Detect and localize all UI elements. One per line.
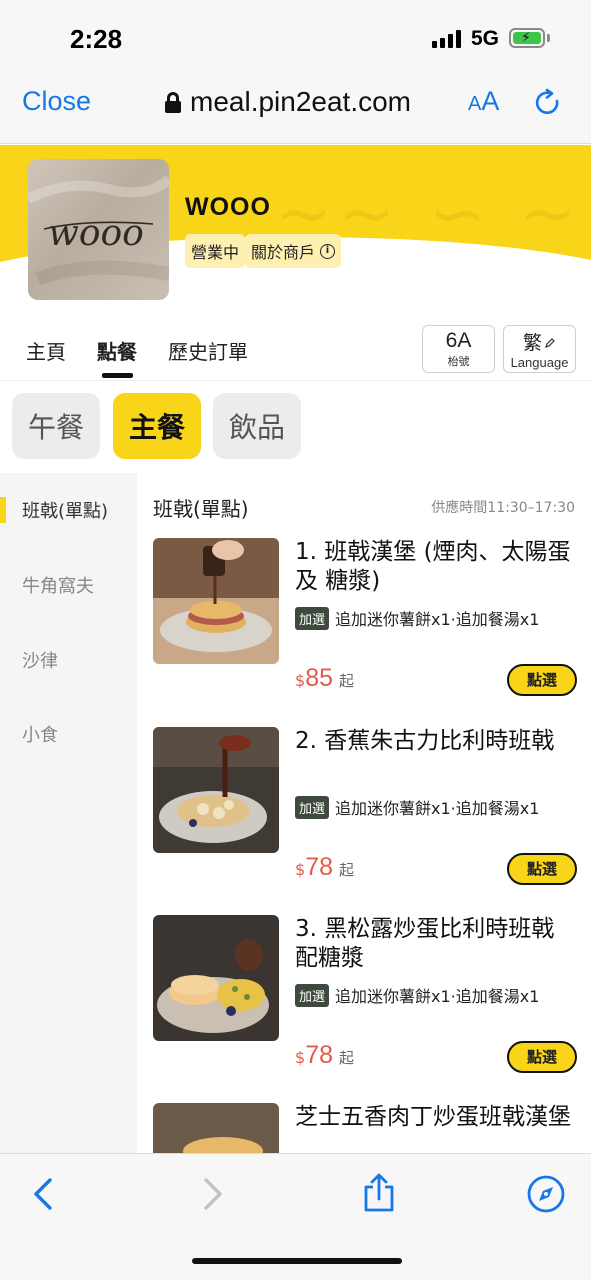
side-menu-active-marker [0,497,6,523]
price-suffix: 起 [339,672,355,690]
menu-item[interactable]: 3. 黑松露炒蛋比利時班戟配糖漿 加選 追加迷你薯餅x1·追加餐湯x1 $78 起… [137,915,591,1103]
select-button[interactable]: 點選 [507,853,577,885]
tab-order[interactable]: 點餐 [97,336,137,365]
price-currency: $ [295,671,306,690]
side-item-croissant-waffle[interactable]: 牛角窩夫 [22,572,94,598]
shop-name: WOOO [185,193,271,221]
item-price: $85 起 [295,664,354,693]
addon-text: 追加迷你薯餅x1·追加餐湯x1 [335,799,540,818]
item-name: 芝士五香肉丁炒蛋班戟漢堡 [295,1104,571,1130]
item-name: 3. 黑松露炒蛋比利時班戟配糖漿 [295,916,555,971]
tab-order-history[interactable]: 歷史訂單 [168,336,248,365]
network-label: 5G [471,27,500,50]
side-item-snacks[interactable]: 小食 [22,721,58,747]
item-addons: 加選 追加迷你薯餅x1·追加餐湯x1 [295,983,539,1007]
item-photo [153,915,279,1041]
table-number-button[interactable]: 6A 枱號 [422,325,495,373]
select-button[interactable]: 點選 [507,664,577,696]
price-value: 78 [305,853,333,881]
battery-icon: ⚡ [509,28,545,48]
active-tab-indicator [102,373,133,378]
side-menu: 班戟(單點) 牛角窩夫 沙律 小食 [0,473,137,1153]
home-indicator [192,1258,402,1264]
shop-banner: ~~ ∽ ~ wooo WOOO 營業中 關於商戶 i [0,145,591,325]
lock-icon [165,92,181,113]
status-bar: 2:28 5G ⚡ [0,0,591,78]
price-currency: $ [295,860,306,879]
info-icon: i [320,243,336,259]
category-main[interactable]: 主餐 [113,393,201,459]
item-price: $78 起 [295,1041,354,1070]
url-field[interactable]: meal.pin2eat.com [190,86,411,118]
category-bar: 午餐 主餐 飲品 [0,381,591,473]
language-button[interactable]: 繁 Language [503,325,576,373]
main-nav: 主頁 點餐 歷史訂單 6A 枱號 繁 Language [0,325,591,381]
svg-text:wooo: wooo [48,213,144,254]
status-badge: 營業中 [185,234,246,268]
item-addons: 加選 追加迷你薯餅x1·追加餐湯x1 [295,606,539,630]
item-photo [153,1103,279,1153]
share-icon[interactable] [362,1172,396,1214]
text-size-small-glyph: A [468,93,482,115]
item-photo [153,538,279,664]
language-label: Language [510,355,569,370]
forward-icon [204,1178,222,1210]
price-value: 78 [305,1041,333,1069]
signal-icon [432,30,461,48]
close-button[interactable]: Close [22,86,91,117]
price-value: 85 [305,664,333,692]
menu-item[interactable]: 芝士五香肉丁炒蛋班戟漢堡 [137,1103,591,1153]
category-lunch[interactable]: 午餐 [12,393,100,459]
menu-list: 班戟(單點) 供應時間11:30–17:30 1. 班戟漢堡 (煙肉、太陽蛋 及… [137,473,591,1153]
section-title: 班戟(單點) [153,497,249,521]
compass-icon[interactable] [526,1174,566,1214]
shop-logo: wooo [28,159,169,300]
text-size-button[interactable]: AA [468,86,499,117]
item-price: $78 起 [295,853,354,882]
addon-text: 追加迷你薯餅x1·追加餐湯x1 [335,610,540,629]
item-name: 1. 班戟漢堡 (煙肉、太陽蛋 及 糖漿) [295,539,571,594]
language-glyph: 繁 [522,332,542,354]
addon-tag: 加選 [295,983,330,1007]
about-merchant-button[interactable]: 關於商戶 i [245,234,342,268]
addon-tag: 加選 [295,606,330,630]
select-button[interactable]: 點選 [507,1041,577,1073]
status-time: 2:28 [70,24,123,54]
edit-icon [545,338,555,348]
table-number-label: 枱號 [447,355,470,368]
item-addons: 加選 追加迷你薯餅x1·追加餐湯x1 [295,795,539,819]
side-item-pancake[interactable]: 班戟(單點) [22,497,108,523]
battery-cap [547,34,550,42]
category-drinks[interactable]: 飲品 [213,393,301,459]
item-name: 2. 香蕉朱古力比利時班戟 [295,728,555,754]
addon-text: 追加迷你薯餅x1·追加餐湯x1 [335,987,540,1006]
status-badge-label: 營業中 [191,243,240,262]
price-currency: $ [295,1048,306,1067]
addon-tag: 加選 [295,795,330,819]
menu-item[interactable]: 1. 班戟漢堡 (煙肉、太陽蛋 及 糖漿) 加選 追加迷你薯餅x1·追加餐湯x1… [137,538,591,726]
browser-bar: Close meal.pin2eat.com AA [0,78,591,144]
reload-icon[interactable] [533,88,563,118]
price-suffix: 起 [339,1049,355,1067]
item-photo [153,727,279,853]
menu-item[interactable]: 2. 香蕉朱古力比利時班戟 加選 追加迷你薯餅x1·追加餐湯x1 $78 起 點選 [137,727,591,915]
tab-home[interactable]: 主頁 [26,336,66,365]
back-icon[interactable] [30,1176,56,1212]
section-hours: 供應時間11:30–17:30 [431,500,575,516]
price-suffix: 起 [339,861,355,879]
table-number: 6A [445,329,472,352]
text-size-large-glyph: A [481,86,500,116]
side-item-salad[interactable]: 沙律 [22,647,58,673]
about-merchant-label: 關於商戶 [251,243,316,262]
